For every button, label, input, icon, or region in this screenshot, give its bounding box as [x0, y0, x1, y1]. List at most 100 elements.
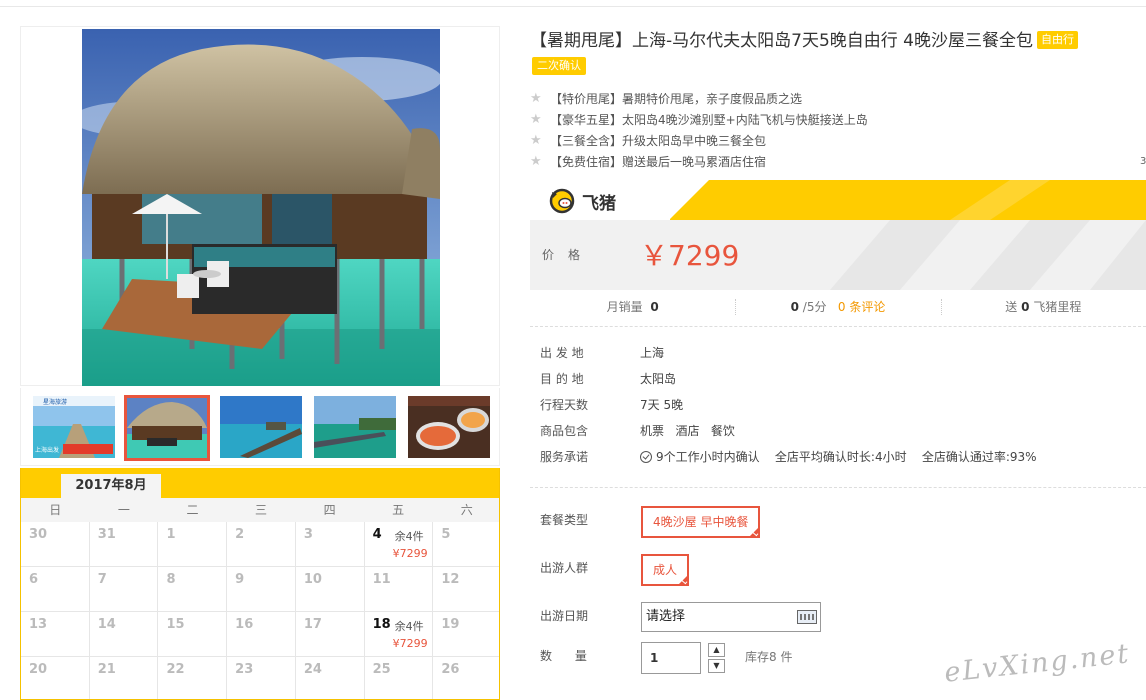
calendar-day-number: 16 [235, 617, 254, 632]
stat-divider [735, 299, 737, 315]
travel-date-picker[interactable]: 请选择 [641, 602, 821, 632]
quantity-input[interactable]: 1 [641, 642, 701, 674]
thumb-caption: 上海出发 [35, 446, 59, 454]
monthly-sales-value: 0 [650, 300, 659, 314]
calendar-day-number: 26 [441, 662, 460, 677]
calendar-day-cell: 20 [21, 657, 90, 699]
info-value: 上海 [640, 346, 665, 360]
calendar-icon[interactable] [797, 610, 817, 624]
feature-item: ★ 【豪华五星】太阳岛4晚沙滩别墅+内陆飞机与快艇接送上岛 [530, 109, 868, 130]
weekday: 五 [392, 503, 405, 517]
weekday: 二 [186, 503, 199, 517]
people-label: 出游人群 [540, 561, 589, 575]
check-circle-icon [640, 451, 652, 463]
edge-text: 3 [1140, 156, 1146, 167]
calendar-day-number: 23 [235, 662, 254, 677]
thumb-pier-banner[interactable]: 星海旅游 上海出发 [33, 396, 115, 458]
package-option-button[interactable]: 4晚沙屋 早中晚餐 [641, 506, 761, 538]
calendar-day-cell: 19 [433, 612, 499, 656]
calendar-header: 2017年8月 [21, 468, 499, 498]
calendar-week-row: 20 21 22 23 24 25 26 [21, 657, 499, 699]
calendar-day-cell: 9 [227, 567, 296, 611]
calendar-day-cell: 31 [90, 522, 159, 566]
brand-bar-slant [669, 180, 709, 220]
star-icon: ★ [530, 132, 542, 148]
calendar-day-cell: 24 [296, 657, 365, 699]
thumb-seafood-buffet[interactable] [408, 396, 490, 458]
rating-value: 0 [790, 300, 799, 314]
service-item: 9个工作小时内确认 [656, 450, 760, 464]
calendar-day-number: 8 [166, 572, 176, 587]
calendar-day-cell: 14 [90, 612, 159, 656]
calendar-day-number: 13 [29, 617, 48, 632]
people-option-button[interactable]: 成人 [641, 554, 690, 586]
calendar-day-cell: 30 [21, 522, 90, 566]
miles-suffix: 飞猪里程 [1033, 300, 1082, 314]
rating: 0 /5分 0 条评论 [735, 292, 940, 322]
info-label: 出 发 地 [540, 346, 584, 360]
calendar-day-cell: 13 [21, 612, 90, 656]
calendar-day-cell: 7 [90, 567, 159, 611]
calendar-day-number: 6 [29, 572, 39, 587]
feature-text: 【三餐全含】升级太阳岛早中晚三餐全包 [550, 133, 767, 148]
calendar-day-cell: 2 [227, 522, 296, 566]
calendar-day-cell: 17 [296, 612, 365, 656]
feature-text: 【免费住宿】赠送最后一晚马累酒店住宿 [550, 154, 767, 169]
feature-list: ★ 【特价甩尾】暑期特价甩尾，亲子度假品质之选 ★ 【豪华五星】太阳岛4晚沙滩别墅+… [530, 88, 868, 172]
service-item: 全店平均确认时长:4小时 [774, 450, 907, 464]
calendar-month[interactable]: 2017年8月 [61, 474, 161, 498]
product-title-text: 【暑期甩尾】上海-马尔代夫太阳岛7天5晚自由行 4晚沙屋三餐全包 [530, 31, 1033, 51]
quantity-up-button[interactable]: ▲ [708, 643, 725, 657]
calendar-day-number: 18 [372, 617, 391, 632]
calendar-day-number: 25 [372, 662, 391, 677]
fliggy-logo[interactable]: 飞猪 [548, 188, 616, 214]
calendar-day-price: ¥7299 [392, 547, 428, 560]
trip-info: 出 发 地 上海 目 的 地 太阳岛 行程天数 7天 5晚 商品包含 机票 酒店… [540, 340, 1037, 470]
thumb-pier-sunset[interactable] [220, 396, 302, 458]
calendar-day-stock: 余4件 [394, 620, 424, 633]
info-label: 商品包含 [540, 424, 589, 438]
price-calendar: 2017年8月 日 一 二 三 四 五 六 30 31 1 2 3 4 余4件 ¥7299 5 6… [20, 468, 500, 700]
calendar-day-cell[interactable]: 18 余4件 ¥7299 [365, 612, 434, 656]
monthly-sales-label: 月销量 [606, 300, 643, 314]
calendar-day-cell: 22 [158, 657, 228, 699]
calendar-day-cell[interactable]: 4 余4件 ¥7299 [365, 522, 434, 566]
calendar-day-cell: 25 [365, 657, 434, 699]
sales-stats: 月销量 0 0 /5分 0 条评论 送 0 飞猪里程 [530, 292, 1146, 322]
divider [530, 326, 1146, 327]
main-image-panel [20, 26, 500, 386]
thumb-island-jetty[interactable] [314, 396, 396, 458]
reviews-link[interactable]: 0 条评论 [838, 300, 885, 314]
calendar-day-cell: 1 [158, 522, 228, 566]
quantity-label: 数 量 [540, 649, 587, 663]
calendar-day-cell: 26 [433, 657, 499, 699]
info-row: 行程天数 7天 5晚 [540, 392, 1037, 418]
calendar-day-number: 5 [441, 527, 451, 542]
stock-text: 库存8 件 [745, 650, 793, 664]
calendar-day-cell: 15 [158, 612, 228, 656]
main-photo-water-villa[interactable] [82, 29, 440, 386]
info-row: 出 发 地 上海 [540, 340, 1037, 366]
brand-bar: 飞猪 [530, 180, 1146, 220]
watermark: eLvXing.net [942, 638, 1132, 689]
feature-item: ★ 【免费住宿】赠送最后一晚马累酒店住宿 [530, 151, 868, 172]
weekday: 一 [117, 503, 130, 517]
brand-name: 飞猪 [582, 193, 616, 214]
weekday: 日 [49, 503, 62, 517]
calendar-week-row: 30 31 1 2 3 4 余4件 ¥7299 5 [21, 522, 499, 567]
calendar-week-row: 13 14 15 16 17 18 余4件 ¥7299 19 [21, 612, 499, 657]
feature-text: 【特价甩尾】暑期特价甩尾，亲子度假品质之选 [550, 91, 803, 106]
calendar-weekdays: 日 一 二 三 四 五 六 [21, 498, 499, 522]
calendar-day-cell: 3 [296, 522, 365, 566]
service-promise: 9个工作小时内确认 全店平均确认时长:4小时 全店确认通过率:93% [640, 444, 1037, 470]
quantity-down-button[interactable]: ▼ [708, 659, 725, 673]
calendar-grid: 30 31 1 2 3 4 余4件 ¥7299 5 6 7 8 9 10 11 12 13 14 15 16 17 18 余… [21, 522, 499, 699]
price-box-pattern [830, 220, 1146, 290]
calendar-day-number: 10 [303, 572, 322, 587]
calendar-day-number: 24 [303, 662, 322, 677]
calendar-day-number: 3 [303, 527, 313, 542]
price-value: ￥7299 [640, 239, 740, 272]
thumb-water-villa[interactable] [124, 395, 210, 461]
calendar-day-number: 14 [97, 617, 116, 632]
stat-divider [940, 299, 942, 315]
